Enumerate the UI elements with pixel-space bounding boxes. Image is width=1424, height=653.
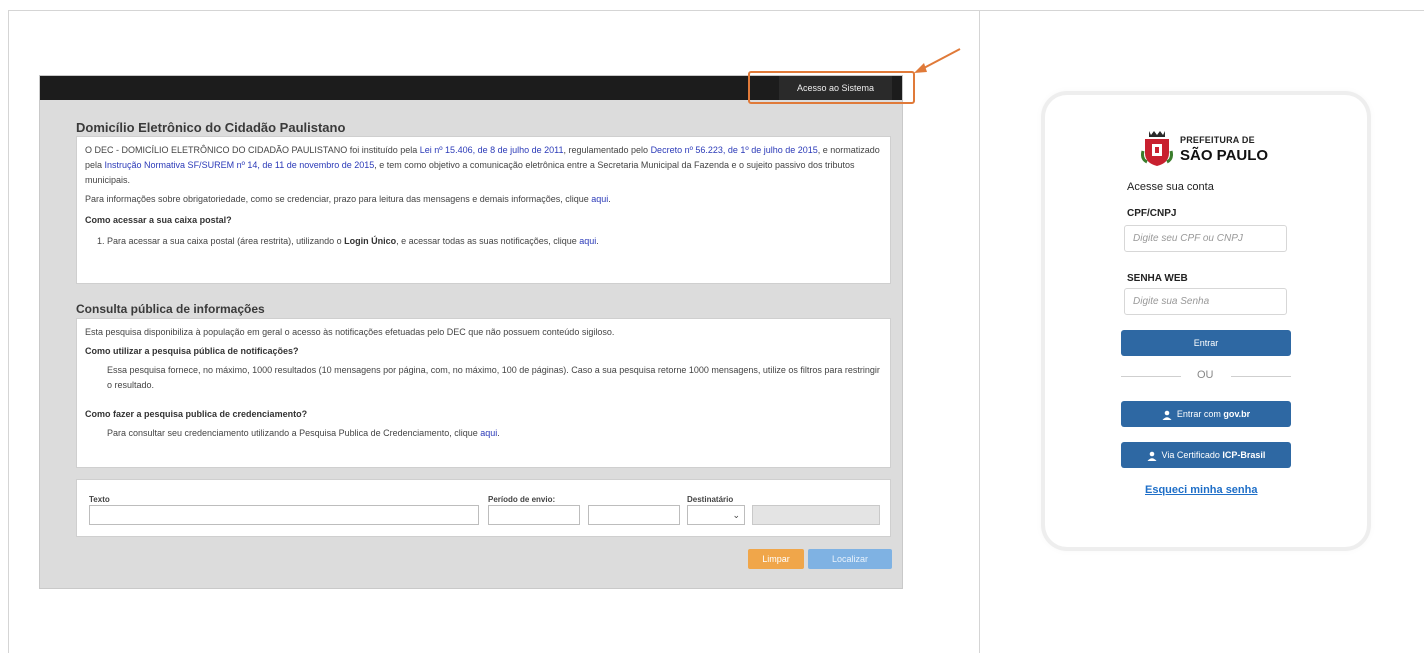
- instrucao-link[interactable]: Instrução Normativa SF/SUREM nº 14, de 1…: [105, 160, 375, 170]
- info-paragraph: Para informações sobre obrigatoriedade, …: [85, 194, 611, 204]
- brand-line1: PREFEITURA DE: [1180, 135, 1255, 145]
- consulta-paragraph: Esta pesquisa disponibiliza à população …: [85, 327, 615, 337]
- localizar-button[interactable]: Localizar: [808, 549, 892, 569]
- cpf-input[interactable]: Digite seu CPF ou CNPJ: [1124, 225, 1287, 252]
- brand-line2: SÃO PAULO: [1180, 147, 1269, 164]
- decreto-link[interactable]: Decreto nº 56.223, de 1º de julho de 201…: [651, 145, 818, 155]
- govbr-button[interactable]: Entrar com gov.br: [1121, 401, 1291, 427]
- forgot-password-link[interactable]: Esqueci minha senha: [1145, 484, 1257, 496]
- periodo-fim-input[interactable]: [588, 505, 680, 525]
- intro-paragraph: O DEC - DOMICÍLIO ELETRÔNICO DO CIDADÃO …: [85, 145, 880, 185]
- divider-right: [1231, 376, 1291, 377]
- credenciamento-aqui-link[interactable]: aqui: [480, 428, 497, 438]
- question-credenciamento: Como fazer a pesquisa publica de credenc…: [85, 409, 308, 419]
- destinatario-input[interactable]: [752, 505, 880, 525]
- screenshot-frame: Acesso ao Sistema Domicílio Eletrônico d…: [0, 0, 1424, 653]
- divider-left: [1121, 376, 1181, 377]
- brasao-icon: [1141, 131, 1173, 166]
- section-title-consulta: Consulta pública de informações: [76, 302, 265, 316]
- texto-input[interactable]: [89, 505, 479, 525]
- periodo-inicio-input[interactable]: [488, 505, 580, 525]
- chevron-down-icon: ⌄: [732, 510, 740, 520]
- credenciamento-text: Para consultar seu credenciamento utiliz…: [107, 428, 500, 438]
- senha-input[interactable]: Digite sua Senha: [1124, 288, 1287, 315]
- lei-link[interactable]: Lei nº 15.406, de 8 de julho de 2011: [420, 145, 564, 155]
- step-1: 1. Para acessar a sua caixa postal (área…: [97, 236, 599, 246]
- ou-separator: OU: [1197, 369, 1214, 381]
- entrar-button[interactable]: Entrar: [1121, 330, 1291, 356]
- senha-label: SENHA WEB: [1127, 273, 1188, 284]
- arrow-icon: [914, 48, 961, 73]
- notificacoes-text: Essa pesquisa fornece, no máximo, 1000 r…: [107, 365, 880, 390]
- limpar-button[interactable]: Limpar: [748, 549, 804, 569]
- info-aqui-link[interactable]: aqui: [591, 194, 608, 204]
- destinatario-select[interactable]: ⌄: [687, 505, 745, 525]
- cpf-label: CPF/CNPJ: [1127, 208, 1177, 219]
- search-form: Texto Período de envio: Destinatário ⌄: [76, 479, 891, 537]
- user-icon: [1162, 410, 1172, 420]
- section-title-dec: Domicílio Eletrônico do Cidadão Paulista…: [76, 120, 346, 135]
- dec-page: Acesso ao Sistema Domicílio Eletrônico d…: [39, 75, 903, 589]
- left-divider: [8, 10, 9, 653]
- login-heading: Acesse sua conta: [1127, 181, 1214, 193]
- top-divider: [8, 10, 1424, 11]
- question-caixa-postal: Como acessar a sua caixa postal?: [85, 215, 232, 225]
- question-notificacoes: Como utilizar a pesquisa pública de noti…: [85, 346, 299, 356]
- highlight-box: [748, 71, 915, 104]
- caixa-aqui-link[interactable]: aqui: [579, 236, 596, 246]
- user-icon: [1147, 451, 1157, 461]
- consulta-panel: Esta pesquisa disponibiliza à população …: [76, 318, 891, 468]
- certificado-button[interactable]: Via Certificado ICP-Brasil: [1121, 442, 1291, 468]
- middle-divider: [979, 10, 980, 653]
- dec-info-panel: O DEC - DOMICÍLIO ELETRÔNICO DO CIDADÃO …: [76, 136, 891, 284]
- login-card: PREFEITURA DE SÃO PAULO Acesse sua conta…: [1045, 95, 1367, 547]
